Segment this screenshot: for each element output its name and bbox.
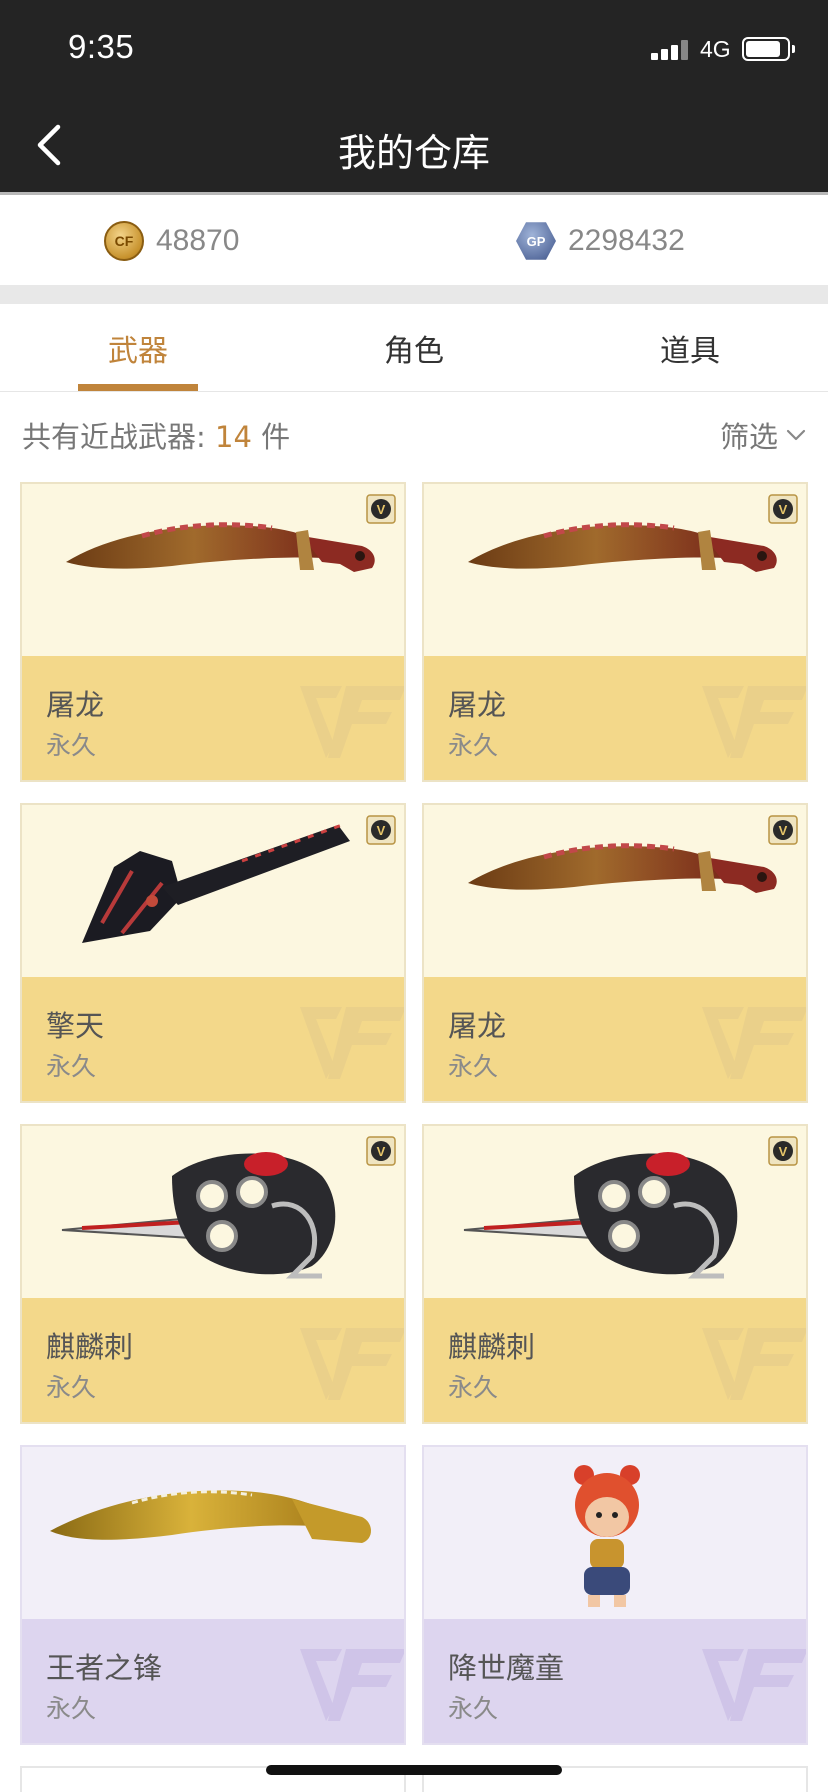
item-info: 降世魔童 永久: [424, 1619, 806, 1743]
svg-text:V: V: [377, 1144, 386, 1159]
item-image: [22, 1447, 404, 1619]
item-name: 麒麟刺: [448, 1330, 536, 1364]
svg-text:V: V: [779, 502, 788, 517]
nav-bar: 我的仓库: [0, 95, 828, 195]
signal-icon: [651, 40, 689, 60]
section-divider: [0, 285, 828, 304]
cf-watermark-icon: [702, 1328, 806, 1400]
item-duration: 永久: [448, 1694, 499, 1723]
chevron-down-icon: [786, 429, 806, 441]
count-number: 14: [215, 420, 252, 454]
item-duration: 永久: [46, 731, 97, 760]
item-image: V: [22, 805, 404, 977]
vip-badge-icon: V: [366, 815, 396, 845]
item-count: 共有近战武器: 14 件: [22, 414, 290, 456]
gp-coin-icon: GP: [516, 222, 556, 260]
item-image: V: [424, 805, 806, 977]
cf-watermark-icon: [300, 1007, 404, 1079]
vip-badge-icon: V: [366, 494, 396, 524]
vip-badge-icon: V: [768, 494, 798, 524]
vip-badge-icon: V: [768, 815, 798, 845]
item-name: 擎天: [46, 1009, 105, 1043]
item-info: 擎天 永久: [22, 977, 404, 1101]
item-duration: 永久: [46, 1373, 97, 1402]
cf-coin-icon: CF: [104, 221, 144, 261]
tab-weapons[interactable]: 武器: [48, 326, 228, 370]
svg-text:V: V: [377, 823, 386, 838]
item-name: 麒麟刺: [46, 1330, 134, 1364]
count-prefix: 共有近战武器:: [22, 420, 215, 454]
item-name: 屠龙: [448, 1009, 507, 1043]
battery-icon: [742, 37, 795, 61]
summary-row: 共有近战武器: 14 件 筛选: [0, 392, 828, 474]
cf-watermark-icon: [300, 1649, 404, 1721]
item-info: 屠龙 永久: [424, 977, 806, 1101]
item-image: V: [22, 484, 404, 656]
item-image: V: [424, 484, 806, 656]
tab-characters[interactable]: 角色: [324, 326, 504, 370]
item-info: 麒麟刺 永久: [424, 1298, 806, 1422]
battery-level: [746, 41, 780, 57]
item-card[interactable]: 王者之锋 永久: [20, 1445, 406, 1745]
count-suffix: 件: [251, 420, 291, 454]
cf-points-display: CF 48870: [104, 220, 239, 262]
item-image: [424, 1447, 806, 1619]
item-info: 屠龙 永久: [424, 656, 806, 780]
item-card[interactable]: V 麒麟刺永久: [422, 1124, 808, 1424]
gp-value: 2298432: [568, 224, 685, 257]
item-info: 王者之锋 永久: [22, 1619, 404, 1743]
cf-watermark-icon: [702, 686, 806, 758]
tab-items[interactable]: 道具: [600, 326, 780, 370]
item-image: V: [22, 1126, 404, 1298]
item-info: 屠龙 永久: [22, 656, 404, 780]
item-duration: 永久: [448, 1373, 499, 1402]
filter-label: 筛选: [719, 420, 778, 454]
item-card[interactable]: V 屠龙永久: [20, 482, 406, 782]
currency-bar: CF 48870 GP 2298432: [0, 198, 828, 285]
network-type: 4G: [700, 36, 731, 62]
vip-badge-icon: V: [768, 1136, 798, 1166]
svg-text:V: V: [779, 1144, 788, 1159]
item-name: 降世魔童: [448, 1651, 565, 1685]
cf-watermark-icon: [300, 686, 404, 758]
item-card[interactable]: 降世魔童 永久: [422, 1445, 808, 1745]
cf-watermark-icon: [702, 1649, 806, 1721]
item-card[interactable]: V 屠龙永久: [422, 803, 808, 1103]
status-time: 9:35: [68, 28, 135, 65]
vip-badge-icon: V: [366, 1136, 396, 1166]
filter-button[interactable]: 筛选: [720, 414, 806, 456]
item-duration: 永久: [448, 731, 499, 760]
cf-points-value: 48870: [156, 224, 240, 257]
item-duration: 永久: [448, 1052, 499, 1081]
item-info: 麒麟刺 永久: [22, 1298, 404, 1422]
tab-active-indicator: [78, 384, 198, 391]
svg-text:V: V: [779, 823, 788, 838]
item-duration: 永久: [46, 1694, 97, 1723]
item-name: 屠龙: [448, 688, 507, 722]
item-duration: 永久: [46, 1052, 97, 1081]
item-card[interactable]: V 擎天永久: [20, 803, 406, 1103]
cf-watermark-icon: [702, 1007, 806, 1079]
cf-watermark-icon: [300, 1328, 404, 1400]
item-name: 屠龙: [46, 688, 105, 722]
page-title: 我的仓库: [337, 131, 490, 175]
item-card[interactable]: V 屠龙永久: [422, 482, 808, 782]
category-tabs: 武器 角色 道具: [0, 304, 828, 392]
svg-text:V: V: [377, 502, 386, 517]
item-card[interactable]: V 麒麟刺永久: [20, 1124, 406, 1424]
item-name: 王者之锋: [46, 1651, 163, 1685]
gp-display: GP 2298432: [516, 220, 685, 262]
home-indicator: [266, 1765, 562, 1775]
item-image: V: [424, 1126, 806, 1298]
status-bar: 9:35 4G: [0, 0, 828, 95]
